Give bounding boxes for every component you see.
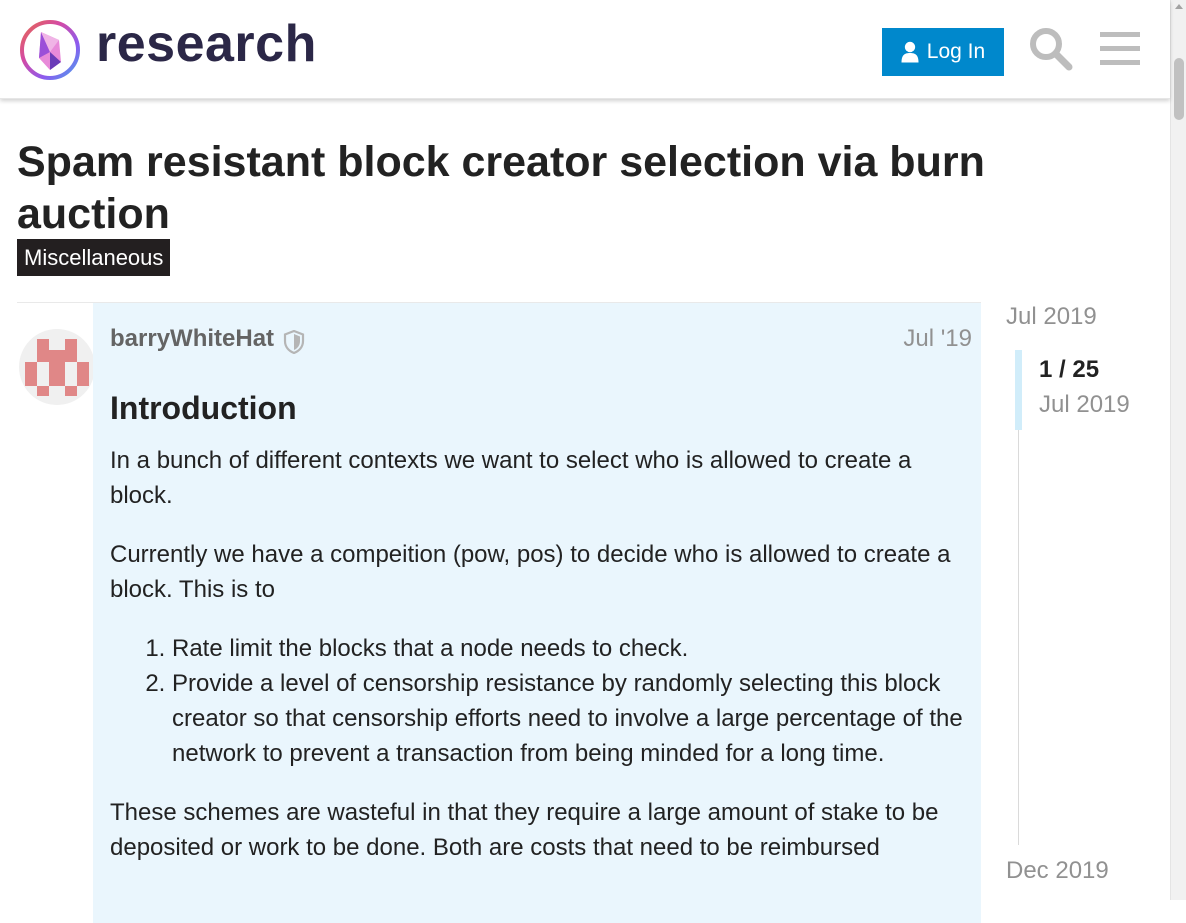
site-name[interactable]: research: [96, 14, 317, 74]
post-username[interactable]: barryWhiteHat: [110, 325, 274, 353]
paragraph: In a bunch of different contexts we want…: [110, 447, 912, 509]
login-button[interactable]: Log In: [882, 28, 1004, 76]
ordered-list: Rate limit the blocks that a node needs …: [110, 631, 970, 771]
paragraph: Currently we have a compeition (pow, pos…: [110, 541, 951, 603]
hamburger-menu-icon[interactable]: [1096, 24, 1146, 74]
timeline-position: 1 / 25: [1039, 356, 1100, 383]
scroll-thumb[interactable]: [1174, 58, 1184, 120]
timeline-current-date: Jul 2019: [1039, 391, 1130, 418]
category-badge[interactable]: Miscellaneous: [17, 239, 171, 276]
post-body: barryWhiteHat Jul '19 Introduction In a …: [93, 303, 981, 923]
paragraph: These schemes are wasteful in that they …: [110, 799, 939, 861]
timeline-start-date[interactable]: Jul 2019: [1006, 303, 1097, 331]
page-scrollbar[interactable]: [1170, 0, 1186, 900]
post-heading: Introduction: [110, 390, 297, 426]
timeline-end-date[interactable]: Dec 2019: [1006, 857, 1109, 885]
search-icon[interactable]: [1026, 24, 1076, 74]
ethereum-logo[interactable]: [18, 18, 82, 82]
site-header: research Log In: [0, 0, 1170, 99]
topic-title[interactable]: Spam resistant block creator selection v…: [17, 136, 1017, 240]
timeline-handle[interactable]: [1015, 350, 1022, 430]
list-item: Rate limit the blocks that a node needs …: [172, 631, 970, 666]
login-label: Log In: [926, 40, 986, 63]
shield-icon: [283, 330, 305, 354]
post-date[interactable]: Jul '19: [903, 325, 972, 353]
user-icon: [901, 41, 919, 63]
list-item: Provide a level of censorship resistance…: [172, 666, 970, 771]
post-content: Introduction In a bunch of different con…: [110, 389, 970, 889]
avatar[interactable]: [18, 328, 96, 406]
scroll-up-arrow-icon[interactable]: [1175, 4, 1183, 9]
